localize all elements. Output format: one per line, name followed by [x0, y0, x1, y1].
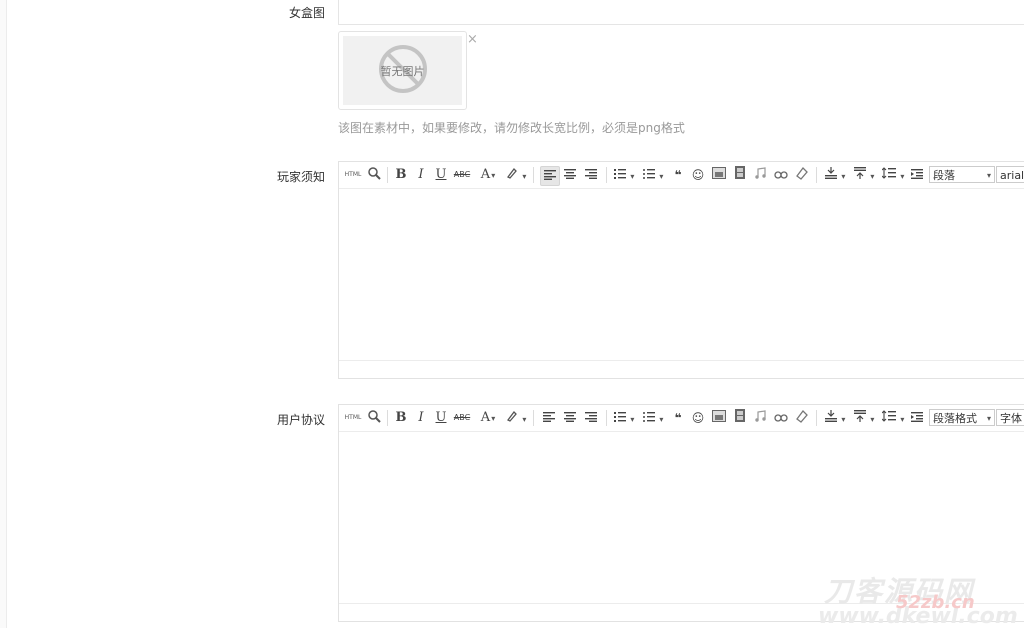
ordered-list-icon[interactable] — [612, 409, 636, 427]
image-hint: 该图在素材中，如果要修改，请勿修改长宽比例，必须是png格式 — [338, 121, 685, 135]
image-placeholder: 暂无图片 — [343, 36, 462, 105]
editor-statusbar — [339, 360, 1024, 378]
strikethrough-button[interactable]: ABC — [453, 409, 471, 427]
paragraph-select-value: 段落 — [933, 169, 955, 182]
eraser-icon[interactable] — [793, 166, 811, 184]
link-icon[interactable] — [772, 166, 790, 184]
italic-button[interactable]: I — [414, 166, 428, 184]
align-left-icon[interactable] — [540, 409, 558, 427]
player-notice-editor[interactable]: HTML B I U ABC A ❝ ☺ — [338, 161, 1024, 379]
highlight-icon[interactable] — [504, 409, 528, 427]
emoticon-icon[interactable]: ☺ — [690, 166, 706, 184]
chevron-down-icon: ▾ — [986, 171, 991, 180]
font-family-select[interactable]: arial — [996, 166, 1024, 183]
chevron-down-icon: ▾ — [986, 414, 991, 423]
font-color-button[interactable]: A — [477, 409, 499, 427]
bold-button[interactable]: B — [393, 166, 409, 184]
blockquote-icon[interactable]: ❝ — [670, 409, 686, 427]
emoticon-icon[interactable]: ☺ — [690, 409, 706, 427]
line-height-icon[interactable] — [881, 166, 905, 184]
font-family-select-value: arial — [1000, 169, 1024, 182]
watermark-logo: 刀客源码网 www.dkewl.com 52zb.cn — [818, 570, 1024, 629]
ordered-list-icon[interactable] — [612, 166, 636, 184]
editor-content-area[interactable] — [339, 189, 1024, 360]
music-icon[interactable] — [752, 409, 768, 427]
indent-icon[interactable] — [909, 166, 925, 184]
paragraph-spacing-top-icon[interactable] — [823, 409, 847, 427]
video-insert-icon[interactable] — [732, 166, 748, 184]
user-agreement-label: 用户协议 — [276, 413, 325, 427]
align-right-icon[interactable] — [582, 409, 600, 427]
box-image-label: 女盒图 — [288, 6, 325, 20]
font-color-button[interactable]: A — [477, 166, 499, 184]
unordered-list-icon[interactable] — [641, 166, 665, 184]
line-height-icon[interactable] — [881, 409, 905, 427]
unordered-list-icon[interactable] — [641, 409, 665, 427]
image-insert-icon[interactable] — [710, 166, 728, 184]
indent-icon[interactable] — [909, 409, 925, 427]
preview-icon[interactable] — [365, 409, 383, 427]
strikethrough-button[interactable]: ABC — [453, 166, 471, 184]
font-family-select[interactable]: 字体 — [996, 409, 1024, 426]
preview-icon[interactable] — [365, 166, 383, 184]
editor-toolbar: HTML B I U ABC A ❝ ☺ — [339, 405, 1024, 432]
player-notice-label: 玩家须知 — [276, 170, 325, 184]
link-icon[interactable] — [772, 409, 790, 427]
underline-button[interactable]: U — [434, 409, 448, 427]
paragraph-select[interactable]: 段落 ▾ — [929, 166, 995, 183]
watermark-domain: 52zb.cn — [896, 592, 975, 613]
underline-button[interactable]: U — [434, 166, 448, 184]
image-upload-box[interactable]: 暂无图片 — [338, 31, 467, 110]
paragraph-spacing-top-icon[interactable] — [823, 166, 847, 184]
align-left-icon[interactable] — [540, 166, 560, 186]
font-family-select-value: 字体 — [1000, 412, 1022, 425]
italic-button[interactable]: I — [414, 409, 428, 427]
left-rail — [0, 0, 7, 628]
highlight-icon[interactable] — [504, 166, 528, 184]
close-icon[interactable]: × — [467, 33, 478, 46]
video-insert-icon[interactable] — [732, 409, 748, 427]
image-insert-icon[interactable] — [710, 409, 728, 427]
source-button[interactable]: HTML — [344, 166, 362, 184]
align-center-icon[interactable] — [561, 409, 579, 427]
font-color-label: A — [480, 410, 491, 425]
align-right-icon[interactable] — [582, 166, 600, 184]
bold-button[interactable]: B — [393, 409, 409, 427]
music-icon[interactable] — [752, 166, 768, 184]
blockquote-icon[interactable]: ❝ — [670, 166, 686, 184]
paragraph-spacing-bottom-icon[interactable] — [852, 409, 876, 427]
box-image-field[interactable] — [338, 0, 1024, 25]
font-color-label: A — [480, 167, 491, 182]
paragraph-spacing-bottom-icon[interactable] — [852, 166, 876, 184]
source-button[interactable]: HTML — [344, 409, 362, 427]
image-placeholder-text: 暂无图片 — [380, 65, 425, 78]
paragraph-format-select[interactable]: 段落格式 ▾ — [929, 409, 995, 426]
paragraph-format-select-value: 段落格式 — [933, 412, 977, 425]
editor-toolbar: HTML B I U ABC A ❝ ☺ — [339, 162, 1024, 189]
eraser-icon[interactable] — [793, 409, 811, 427]
align-center-icon[interactable] — [561, 166, 579, 184]
